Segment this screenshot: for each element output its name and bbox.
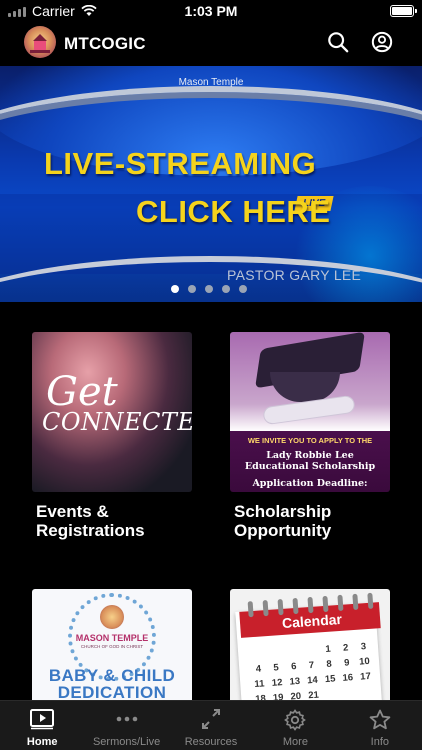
calendar-day: 2 — [342, 642, 349, 654]
status-bar: Carrier 1:03 PM — [0, 0, 422, 22]
carousel-dot[interactable] — [239, 285, 247, 293]
carousel-dot[interactable] — [188, 285, 196, 293]
play-box-icon — [30, 709, 55, 730]
battery-icon — [390, 5, 417, 17]
tab-label-sermons-live: Sermons/Live — [92, 736, 161, 748]
search-icon[interactable] — [327, 31, 349, 53]
calendar-day: 13 — [289, 675, 301, 688]
tab-label-more: More — [282, 736, 308, 748]
calendar-day: 1 — [325, 643, 332, 655]
calendar-day: 21 — [307, 689, 320, 700]
calendar-day: 18 — [254, 693, 267, 700]
events-image[interactable]: Get CONNECTED — [32, 332, 192, 492]
scholarship-image[interactable]: WE INVITE YOU TO APPLY TO THE Lady Robbi… — [230, 332, 390, 492]
banner-subtitle: Mason Temple — [178, 77, 244, 88]
banner-headline-line1: LIVE-STREAMING — [44, 146, 317, 181]
calendar-day: 15 — [324, 673, 336, 686]
calendar-blank — [301, 644, 319, 656]
calendar-day: 14 — [306, 674, 319, 687]
tab-more[interactable]: More — [253, 701, 337, 750]
carousel-dots[interactable] — [171, 285, 247, 293]
calendar-day: 8 — [326, 658, 333, 670]
calendar-blank — [248, 648, 266, 660]
calendar-grid: 1 2 3 4 5 6 7 8 9 10 11 12 13 14 15 16 17 18 19 20 21 — [248, 641, 376, 700]
calendar-day: 17 — [359, 670, 372, 683]
calendar-day: 4 — [255, 663, 262, 675]
live-stream-banner[interactable]: Mason Temple LIVE-STREAMING LIVE CLICK H… — [0, 66, 422, 302]
baby-dedication-image[interactable]: MASON TEMPLE CHURCH OF GOD IN CHRIST BAB… — [32, 589, 192, 700]
calendar-blank — [284, 646, 302, 658]
calendar-day: 5 — [273, 662, 280, 674]
app-header: MTCOGIC — [0, 26, 422, 62]
events-image-text-connected: CONNECTED — [42, 408, 192, 436]
app-title: MTCOGIC — [64, 34, 146, 53]
calendar-day: 10 — [358, 655, 371, 668]
baby-dedication-title: BABY & CHILD DEDICATION — [48, 666, 176, 700]
scholarship-name-text: Lady Robbie Lee Educational Scholarship — [244, 450, 376, 472]
scholarship-deadline-text: Application Deadline: — [252, 478, 368, 489]
carousel-dot[interactable] — [171, 285, 179, 293]
arrows-icon — [202, 709, 221, 729]
gear-icon — [284, 709, 307, 731]
card-events[interactable]: Get CONNECTED Events & Registrations — [32, 332, 192, 540]
card-baby-dedication[interactable]: MASON TEMPLE CHURCH OF GOD IN CHRIST BAB… — [32, 589, 192, 700]
church-logo-small — [100, 605, 124, 629]
baby-church-name: MASON TEMPLE — [75, 633, 149, 643]
carousel-dot[interactable] — [205, 285, 213, 293]
events-image-text-get: Get — [46, 369, 118, 415]
star-icon — [369, 709, 391, 730]
calendar-day: 3 — [360, 641, 367, 653]
calendar-day: 6 — [290, 661, 297, 673]
calendar-day: 9 — [343, 657, 350, 669]
tab-label-home: Home — [26, 736, 58, 748]
calendar-day: 7 — [308, 659, 315, 672]
calendar-image[interactable]: Calendar 1 2 3 4 5 6 7 8 9 10 11 12 13 14 15 16 17 18 19 20… — [230, 589, 390, 700]
calendar-day: 19 — [272, 692, 284, 700]
card-label-events[interactable]: Events & Registrations — [32, 502, 192, 540]
tab-sermons-live[interactable]: Sermons/Live — [84, 701, 168, 750]
account-icon[interactable] — [371, 31, 393, 53]
tab-home[interactable]: Home — [0, 701, 84, 750]
baby-church-subname: CHURCH OF GOD IN CHRIST — [80, 644, 144, 649]
tab-label-resources: Resources — [184, 736, 238, 748]
calendar-day: 12 — [271, 677, 283, 689]
tab-bar: Home Sermons/Live Resources More Info — [0, 700, 422, 750]
calendar-day: 16 — [342, 672, 354, 684]
scholarship-invite-text: WE INVITE YOU TO APPLY TO THE — [247, 436, 373, 445]
carousel-dot[interactable] — [222, 285, 230, 293]
card-scholarship[interactable]: WE INVITE YOU TO APPLY TO THE Lady Robbi… — [230, 332, 390, 540]
status-time: 1:03 PM — [184, 3, 238, 19]
church-logo[interactable] — [24, 26, 56, 58]
calendar-day: 11 — [254, 678, 265, 691]
tab-label-info: Info — [370, 736, 389, 748]
card-calendar[interactable]: Calendar 1 2 3 4 5 6 7 8 9 10 11 12 13 14 15 16 17 18 19 20… — [230, 589, 390, 700]
dots-icon — [116, 716, 137, 722]
calendar-blank — [266, 647, 284, 659]
tab-info[interactable]: Info — [338, 701, 422, 750]
card-label-scholarship[interactable]: Scholarship Opportunity — [230, 502, 390, 540]
banner-pastor: PASTOR GARY LEE — [227, 267, 362, 283]
tab-resources[interactable]: Resources — [169, 701, 253, 750]
calendar-day: 20 — [290, 690, 302, 700]
banner-headline-line2: CLICK HERE — [136, 194, 331, 229]
